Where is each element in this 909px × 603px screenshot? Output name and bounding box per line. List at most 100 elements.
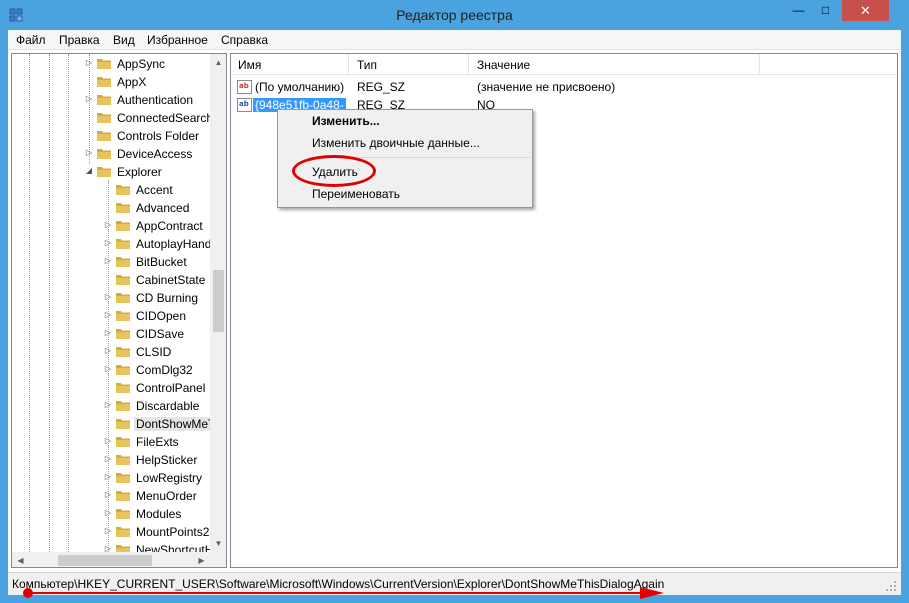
expand-arrow-icon[interactable]: ▷ [103, 544, 113, 552]
tree-node-label: NewShortcutH [136, 543, 210, 552]
folder-icon [97, 113, 111, 123]
column-separator[interactable] [468, 54, 469, 75]
tree-node-label: CIDSave [136, 327, 185, 341]
scroll-thumb[interactable] [213, 270, 224, 332]
value-name: (По умолчанию) [255, 80, 345, 94]
folder-icon [116, 509, 130, 519]
expand-arrow-icon[interactable]: ▷ [103, 472, 113, 482]
tree-node-label: ConnectedSearch [117, 111, 210, 125]
expand-arrow-icon[interactable]: ▷ [103, 490, 113, 500]
expand-arrow-icon[interactable]: ▷ [84, 94, 94, 104]
tree-node-label: ControlPanel [136, 381, 206, 395]
svg-text:ab: ab [239, 82, 249, 90]
menu-item-rename[interactable]: Переименовать [312, 187, 400, 201]
expand-arrow-icon[interactable]: ▷ [103, 238, 113, 248]
tree-node-label: BitBucket [136, 255, 187, 269]
value-type: REG_SZ [357, 80, 406, 94]
folder-icon [116, 275, 130, 285]
tree-vertical-scrollbar[interactable]: ▲ ▼ [210, 54, 226, 552]
folder-icon [97, 131, 111, 141]
tree-guide-line [68, 54, 69, 552]
folder-icon [116, 239, 130, 249]
expand-arrow-icon[interactable]: ▷ [84, 58, 94, 68]
folder-icon [97, 59, 111, 69]
maximize-button[interactable]: □ [812, 0, 839, 21]
folder-icon [116, 185, 130, 195]
tree-node-label: CIDOpen [136, 309, 187, 323]
tree-node-label: Discardable [136, 399, 200, 413]
title-bar[interactable]: Редактор реестра — □ ✕ [0, 0, 909, 30]
tree-node-label: Controls Folder [117, 129, 200, 143]
svg-text:ab: ab [239, 100, 249, 108]
registry-editor-window: Редактор реестра — □ ✕ Файл Правка Вид И… [0, 0, 909, 603]
table-row[interactable]: ab (По умолчанию) REG_SZ (значение не пр… [231, 78, 897, 96]
expand-arrow-icon[interactable]: ▷ [103, 328, 113, 338]
expand-arrow-icon[interactable]: ▷ [103, 454, 113, 464]
tree-node-label: AppContract [136, 219, 203, 233]
folder-icon [116, 311, 130, 321]
column-separator[interactable] [759, 54, 760, 75]
tree-node-label: AutoplayHand [136, 237, 210, 251]
folder-icon [116, 527, 130, 537]
window-title: Редактор реестра [396, 7, 513, 23]
tree-node-label: CLSID [136, 345, 172, 359]
menu-edit[interactable]: Правка [59, 33, 100, 47]
expand-arrow-icon[interactable]: ▷ [103, 508, 113, 518]
expand-arrow-icon[interactable]: ▷ [103, 526, 113, 536]
column-separator[interactable] [348, 54, 349, 75]
folder-icon [116, 455, 130, 465]
list-header: Имя Тип Значение [231, 54, 897, 75]
menu-help[interactable]: Справка [221, 33, 268, 47]
folder-icon [116, 347, 130, 357]
expand-arrow-icon[interactable]: ▷ [84, 148, 94, 158]
scroll-left-icon[interactable]: ◀ [12, 552, 29, 567]
expand-arrow-icon[interactable]: ▷ [103, 256, 113, 266]
folder-icon [116, 329, 130, 339]
scroll-right-icon[interactable]: ▶ [193, 552, 210, 567]
expand-arrow-icon[interactable]: ▷ [103, 292, 113, 302]
column-name-header[interactable]: Имя [238, 58, 261, 72]
scroll-thumb[interactable] [58, 555, 152, 566]
resize-grip-icon[interactable] [885, 580, 897, 592]
registry-tree-pane[interactable]: ▷ AppSync AppX ▷ Authentication ConnectedSear… [11, 53, 227, 568]
collapse-arrow-icon[interactable]: ◢ [84, 166, 94, 176]
folder-icon [97, 77, 111, 87]
menu-favorites[interactable]: Избранное [147, 33, 208, 47]
menu-item-modify[interactable]: Изменить... [312, 114, 380, 128]
tree-horizontal-scrollbar[interactable]: ◀ ▶ [12, 552, 210, 567]
tree-node-label: AppSync [117, 57, 166, 71]
menu-file[interactable]: Файл [16, 33, 46, 47]
tree-node-label: ComDlg32 [136, 363, 193, 377]
minimize-button[interactable]: — [785, 0, 812, 21]
expand-arrow-icon[interactable]: ▷ [103, 220, 113, 230]
expand-arrow-icon[interactable]: ▷ [103, 346, 113, 356]
tree-view: ▷ AppSync AppX ▷ Authentication ConnectedSear… [12, 54, 210, 552]
close-button[interactable]: ✕ [842, 0, 889, 21]
menu-view[interactable]: Вид [113, 33, 135, 47]
value-data: (значение не присвоено) [477, 80, 616, 94]
folder-icon [97, 149, 111, 159]
folder-icon [116, 473, 130, 483]
column-type-header[interactable]: Тип [357, 58, 377, 72]
folder-icon [97, 95, 111, 105]
tree-node-label: AppX [117, 75, 147, 89]
folder-icon [116, 293, 130, 303]
tree-node-label: Advanced [136, 201, 190, 215]
scroll-down-icon[interactable]: ▼ [210, 535, 226, 552]
tree-node-label: DontShowMeT [134, 417, 210, 431]
folder-icon [116, 365, 130, 375]
expand-arrow-icon[interactable]: ▷ [103, 310, 113, 320]
column-value-header[interactable]: Значение [477, 58, 530, 72]
tree-guide-line [49, 54, 50, 552]
expand-arrow-icon[interactable]: ▷ [103, 400, 113, 410]
expand-arrow-icon[interactable]: ▷ [103, 364, 113, 374]
menu-item-modify-binary[interactable]: Изменить двоичные данные... [312, 136, 480, 150]
scroll-up-icon[interactable]: ▲ [210, 54, 226, 71]
expand-arrow-icon[interactable]: ▷ [103, 436, 113, 446]
